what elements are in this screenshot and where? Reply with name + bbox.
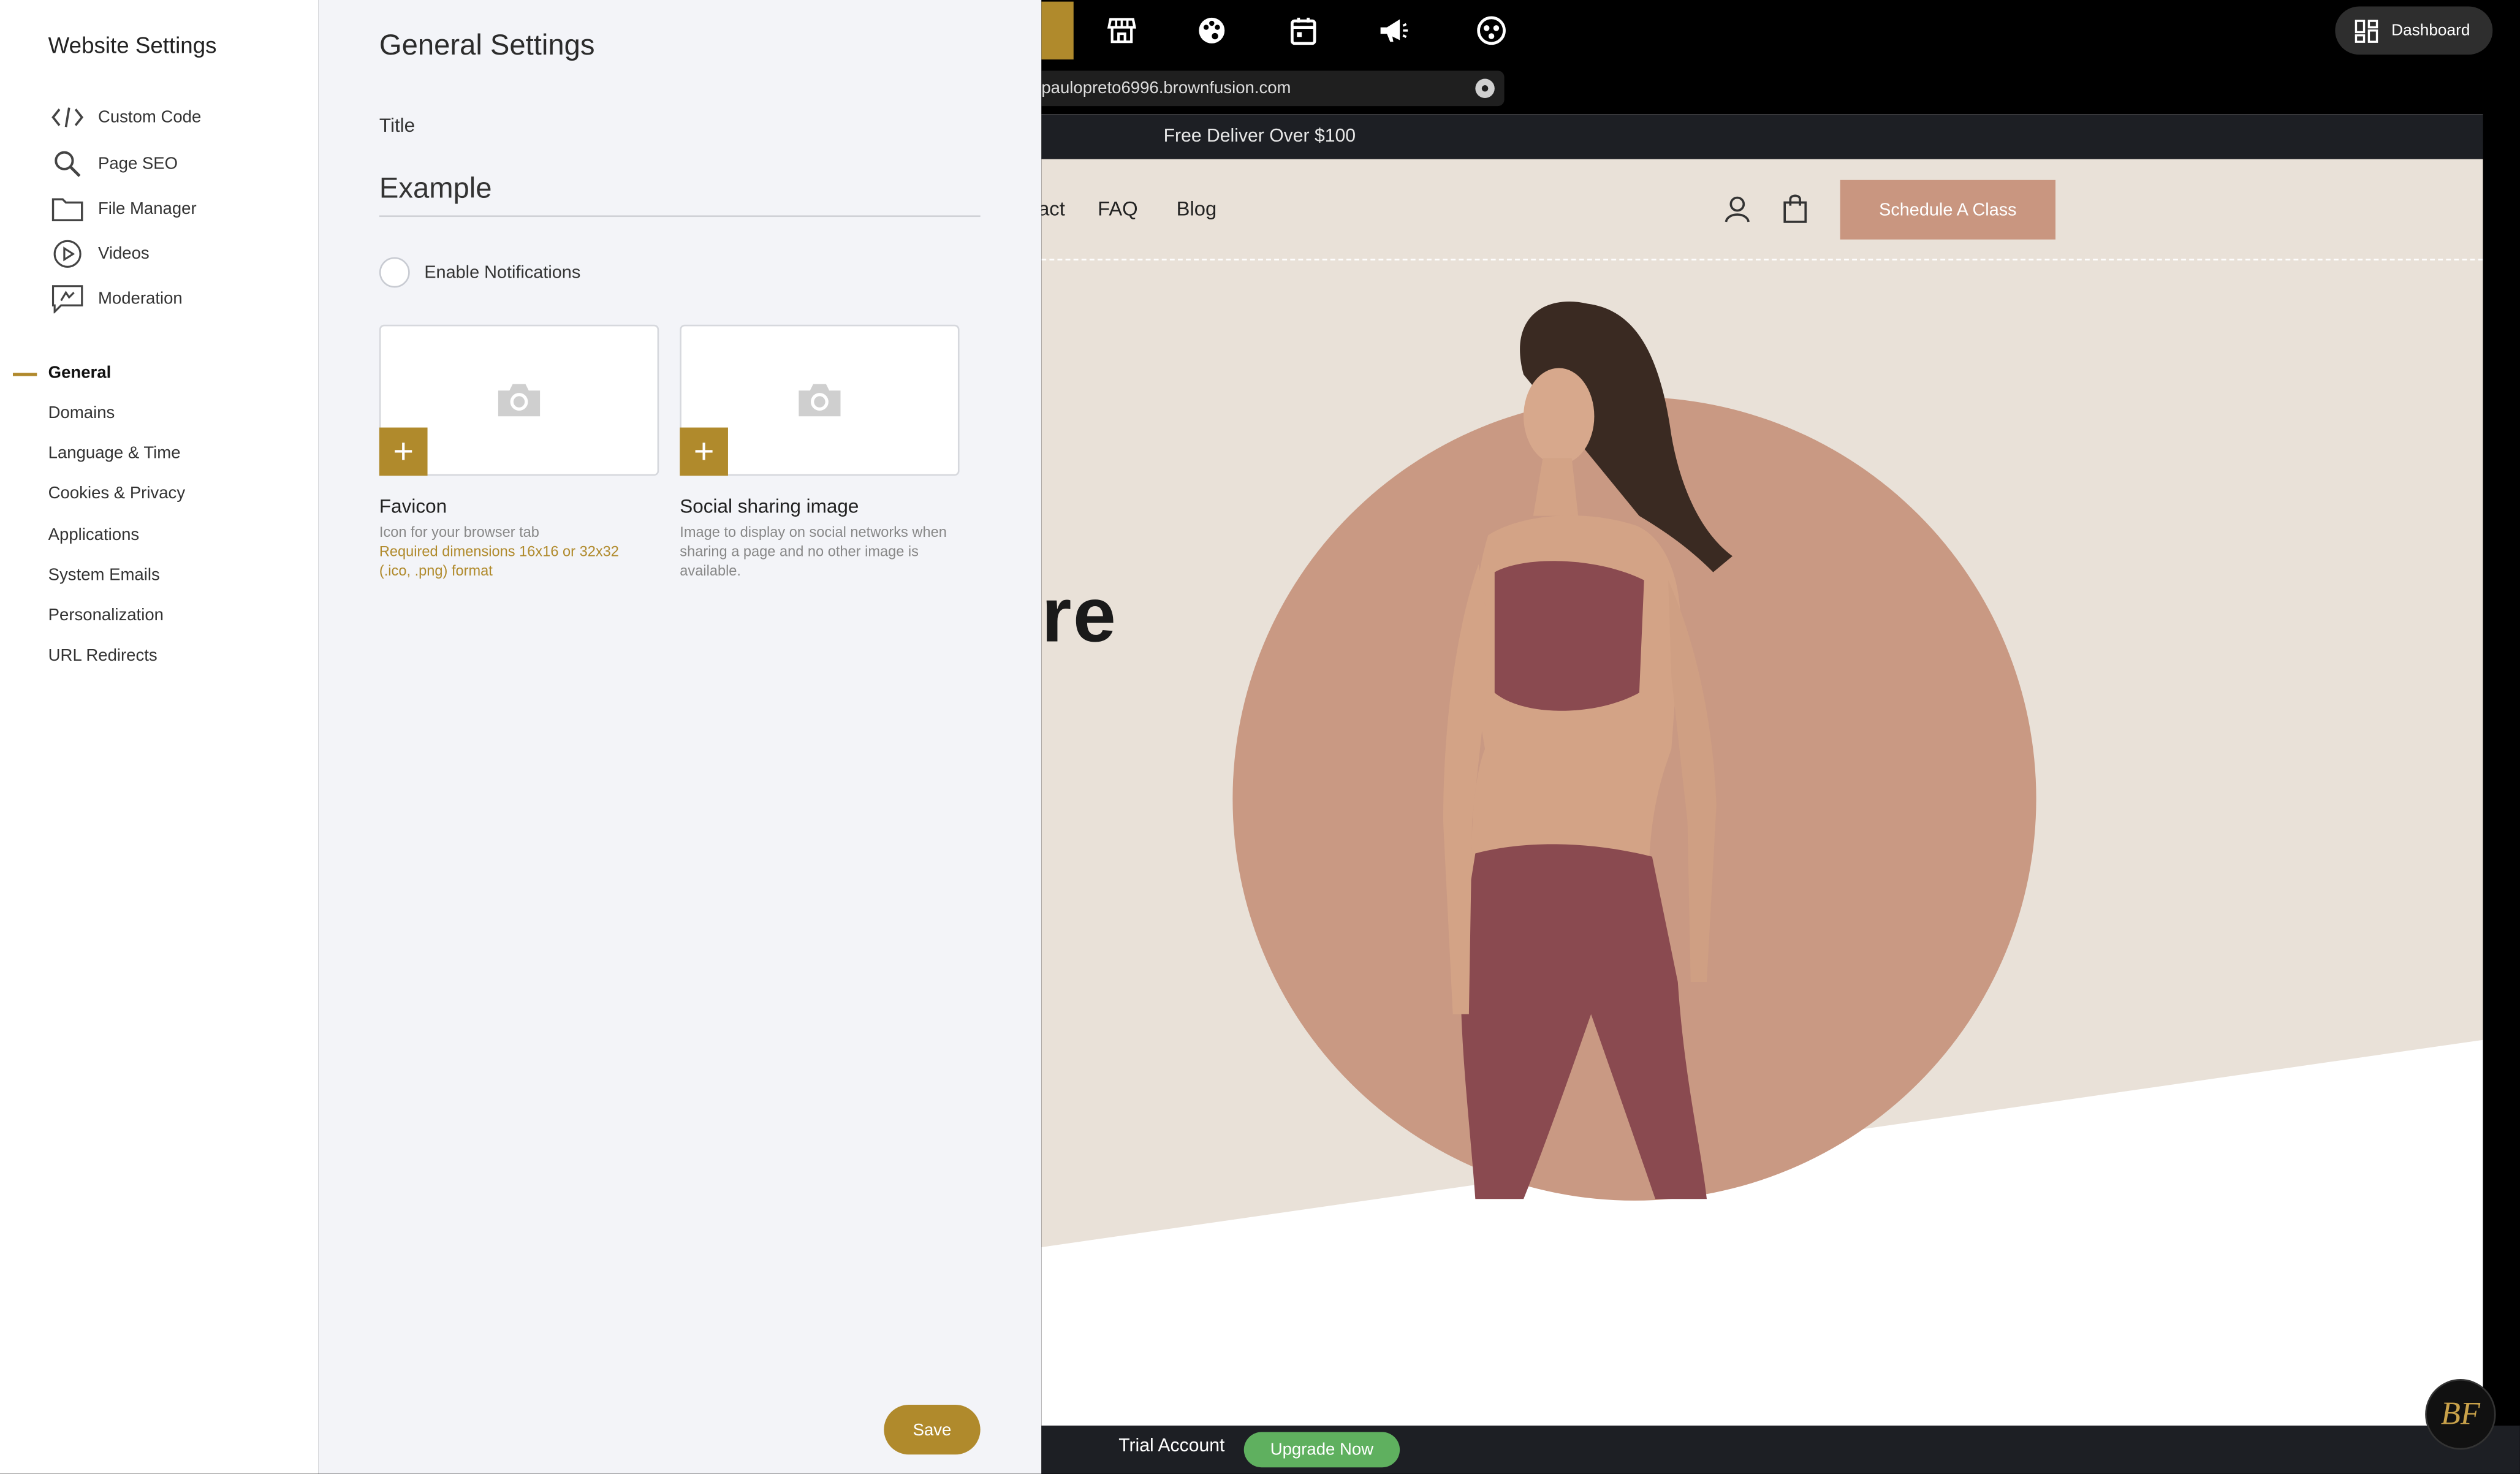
nav-personalization[interactable]: Personalization xyxy=(48,606,164,625)
brand-logo[interactable]: BF xyxy=(2425,1379,2496,1450)
social-image-title: Social sharing image xyxy=(680,495,859,518)
favicon-title: Favicon xyxy=(379,495,447,518)
site-nav-contact[interactable]: act xyxy=(1041,198,1065,221)
sidebar-item-videos[interactable]: Videos xyxy=(51,238,150,270)
active-indicator xyxy=(12,373,37,376)
promo-text: Free Deliver Over $100 xyxy=(1163,127,1356,146)
cart-icon[interactable] xyxy=(1782,193,1808,232)
promo-banner: Free Deliver Over $100 xyxy=(1041,114,2483,159)
add-social-image-button[interactable]: + xyxy=(680,427,728,476)
site-nav-faq[interactable]: FAQ xyxy=(1098,198,1138,221)
moderation-icon xyxy=(51,284,83,314)
favicon-requirement: Required dimensions 16x16 or 32x32 (.ico… xyxy=(379,543,619,579)
social-image-upload-card[interactable]: + xyxy=(680,324,960,476)
code-icon xyxy=(51,103,84,132)
add-favicon-button[interactable]: + xyxy=(379,427,428,476)
sidebar-item-custom-code[interactable]: Custom Code xyxy=(51,101,201,133)
scrollbar[interactable] xyxy=(2483,114,2520,1426)
settings-sidebar: Website Settings Custom Code Page SEO Fi… xyxy=(0,0,319,1474)
dashboard-button[interactable]: Dashboard xyxy=(2335,6,2493,55)
trial-label: Trial Account xyxy=(1118,1437,1225,1456)
nav-general[interactable]: General xyxy=(48,363,112,382)
save-button[interactable]: Save xyxy=(884,1404,981,1455)
search-icon xyxy=(51,150,83,178)
nav-url-redirects[interactable]: URL Redirects xyxy=(48,646,158,665)
nav-applications[interactable]: Applications xyxy=(48,526,139,545)
sidebar-item-moderation[interactable]: Moderation xyxy=(51,283,183,315)
favicon-upload-card[interactable]: + xyxy=(379,324,659,476)
site-url: paulopreto6996.brownfusion.com xyxy=(1041,78,1291,98)
sidebar-item-label: Videos xyxy=(97,244,150,264)
notifications-radio[interactable] xyxy=(379,257,410,288)
camera-icon xyxy=(795,381,844,428)
url-bar[interactable]: paulopreto6996.brownfusion.com xyxy=(1041,70,1505,107)
sidebar-item-label: Moderation xyxy=(97,289,183,309)
trial-bar: Trial Account Upgrade Now xyxy=(1041,1426,2520,1474)
hero-background xyxy=(1041,301,2483,1426)
hero-heading: re xyxy=(1041,574,1118,659)
calendar-icon[interactable] xyxy=(1288,15,1319,47)
nav-domains[interactable]: Domains xyxy=(48,403,115,422)
account-icon[interactable] xyxy=(1723,194,1751,231)
title-input[interactable] xyxy=(379,161,981,218)
favicon-desc: Icon for your browser tab xyxy=(379,523,539,541)
play-icon xyxy=(51,240,83,268)
palette-icon[interactable] xyxy=(1196,15,1228,47)
toolbar-active-item[interactable] xyxy=(1041,1,1074,60)
page-title: General Settings xyxy=(379,29,595,61)
upgrade-now-button[interactable]: Upgrade Now xyxy=(1243,1432,1400,1468)
website-preview: Dashboard paulopreto6996.brownfusion.com xyxy=(1041,0,2520,1474)
store-icon[interactable] xyxy=(1106,15,1137,47)
schedule-class-button[interactable]: Schedule A Class xyxy=(1840,180,2056,240)
sidebar-item-page-seo[interactable]: Page SEO xyxy=(51,148,178,180)
social-image-desc: Image to display on social networks when… xyxy=(680,523,947,579)
header-divider xyxy=(1041,259,2483,260)
enable-notifications-toggle[interactable]: Enable Notifications xyxy=(379,257,580,288)
community-icon[interactable] xyxy=(1475,15,1507,47)
dashboard-label: Dashboard xyxy=(2391,21,2470,40)
folder-icon xyxy=(51,194,83,223)
title-field-label: Title xyxy=(379,114,416,137)
notifications-label: Enable Notifications xyxy=(424,262,581,283)
nav-system-emails[interactable]: System Emails xyxy=(48,566,160,585)
site-canvas: Free Deliver Over $100 act FAQ Blog Sche… xyxy=(1041,114,2483,1426)
general-settings-panel: General Settings Title Enable Notificati… xyxy=(318,0,1042,1474)
settings-icon[interactable] xyxy=(1475,78,1495,98)
nav-language-time[interactable]: Language & Time xyxy=(48,444,181,463)
nav-cookies-privacy[interactable]: Cookies & Privacy xyxy=(48,484,185,503)
site-nav-blog[interactable]: Blog xyxy=(1177,198,1217,221)
camera-icon xyxy=(495,381,544,428)
sidebar-item-label: File Manager xyxy=(97,199,197,219)
sidebar-title: Website Settings xyxy=(48,32,217,58)
sidebar-item-file-manager[interactable]: File Manager xyxy=(51,193,197,225)
dashboard-icon xyxy=(2355,19,2378,42)
sidebar-item-label: Page SEO xyxy=(97,154,178,174)
sidebar-item-label: Custom Code xyxy=(97,107,202,127)
megaphone-icon[interactable] xyxy=(1377,15,1409,47)
